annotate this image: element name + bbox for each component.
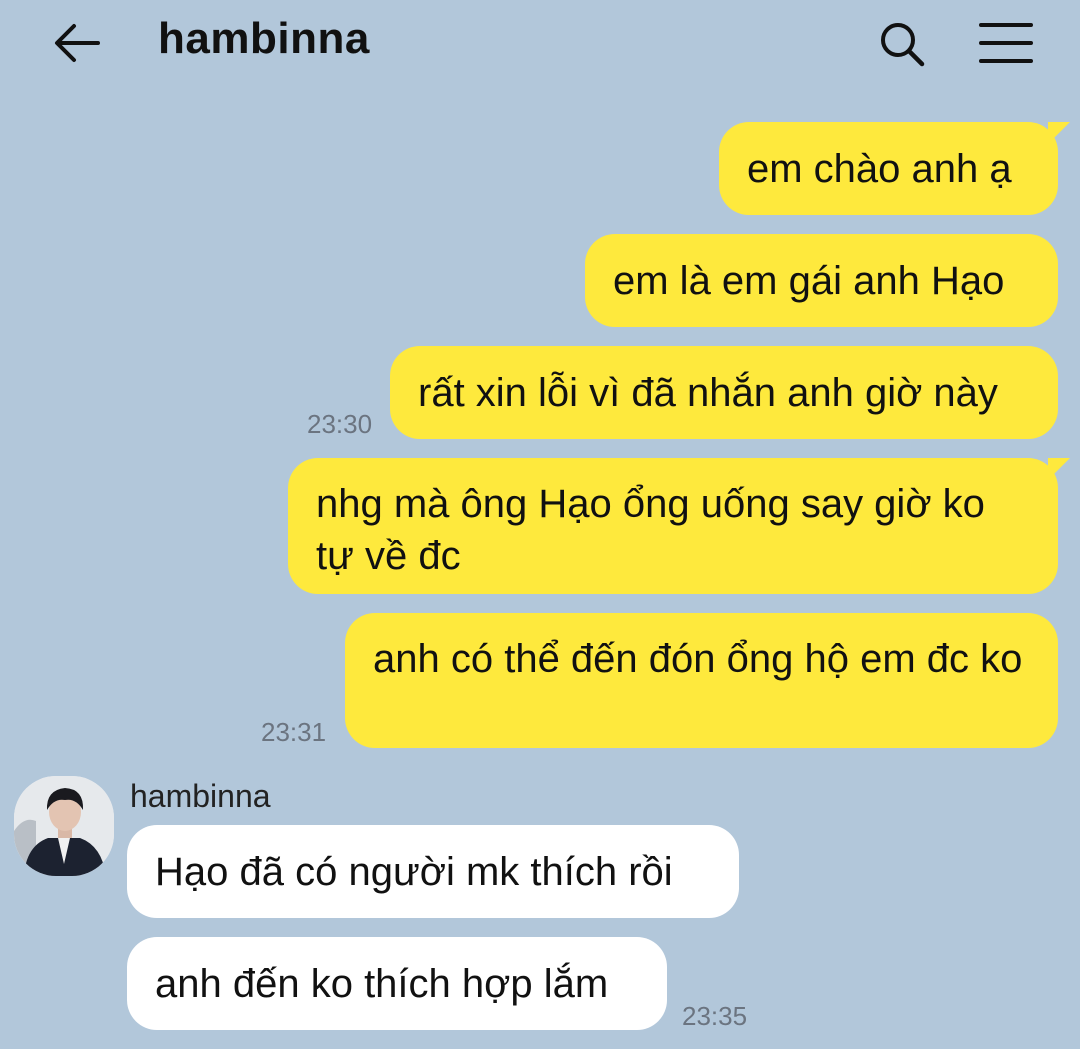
message-bubble-incoming[interactable]: Hạo đã có người mk thích rồi bbox=[127, 825, 739, 918]
search-icon bbox=[881, 23, 925, 67]
message-text: em chào anh ạ bbox=[747, 146, 1012, 191]
message-text: rất xin lỗi vì đã nhắn anh giờ này bbox=[418, 370, 998, 415]
message-bubble-outgoing[interactable]: em là em gái anh Hạo bbox=[585, 234, 1058, 327]
message-text: anh có thể đến đón ổng hộ em đc ko bbox=[373, 637, 1023, 681]
chat-title: hambinna bbox=[158, 14, 370, 63]
message-timestamp: 23:30 bbox=[307, 409, 373, 439]
message-text: em là em gái anh Hạo bbox=[613, 258, 1005, 303]
search-button[interactable] bbox=[874, 16, 930, 72]
chat-header: hambinna bbox=[0, 0, 1080, 90]
sender-name: hambinna bbox=[130, 778, 271, 814]
menu-button[interactable] bbox=[976, 18, 1036, 68]
bubble-tail bbox=[1048, 122, 1070, 144]
message-bubble-incoming[interactable]: anh đến ko thích hợp lắm bbox=[127, 937, 667, 1030]
hamburger-menu-icon bbox=[979, 23, 1033, 63]
bubble-tail bbox=[1048, 458, 1070, 480]
message-timestamp: 23:31 bbox=[261, 717, 327, 747]
message-text: anh đến ko thích hợp lắm bbox=[155, 961, 609, 1006]
message-bubble-outgoing[interactable]: rất xin lỗi vì đã nhắn anh giờ này bbox=[390, 346, 1058, 439]
arrow-left-icon bbox=[55, 24, 100, 62]
message-text: nhg mà ông Hạo ổng uống say giờ ko tự về… bbox=[316, 482, 985, 578]
message-timestamp: 23:35 bbox=[682, 1001, 748, 1031]
profile-photo-icon bbox=[14, 776, 114, 876]
avatar[interactable] bbox=[14, 776, 114, 876]
message-text: Hạo đã có người mk thích rồi bbox=[155, 849, 673, 894]
back-button[interactable] bbox=[50, 18, 104, 68]
message-bubble-outgoing[interactable]: em chào anh ạ bbox=[719, 122, 1070, 215]
message-bubble-outgoing[interactable]: nhg mà ông Hạo ổng uống say giờ ko tự về… bbox=[288, 458, 1070, 594]
message-bubble-outgoing[interactable]: anh có thể đến đón ổng hộ em đc ko bbox=[345, 613, 1058, 748]
